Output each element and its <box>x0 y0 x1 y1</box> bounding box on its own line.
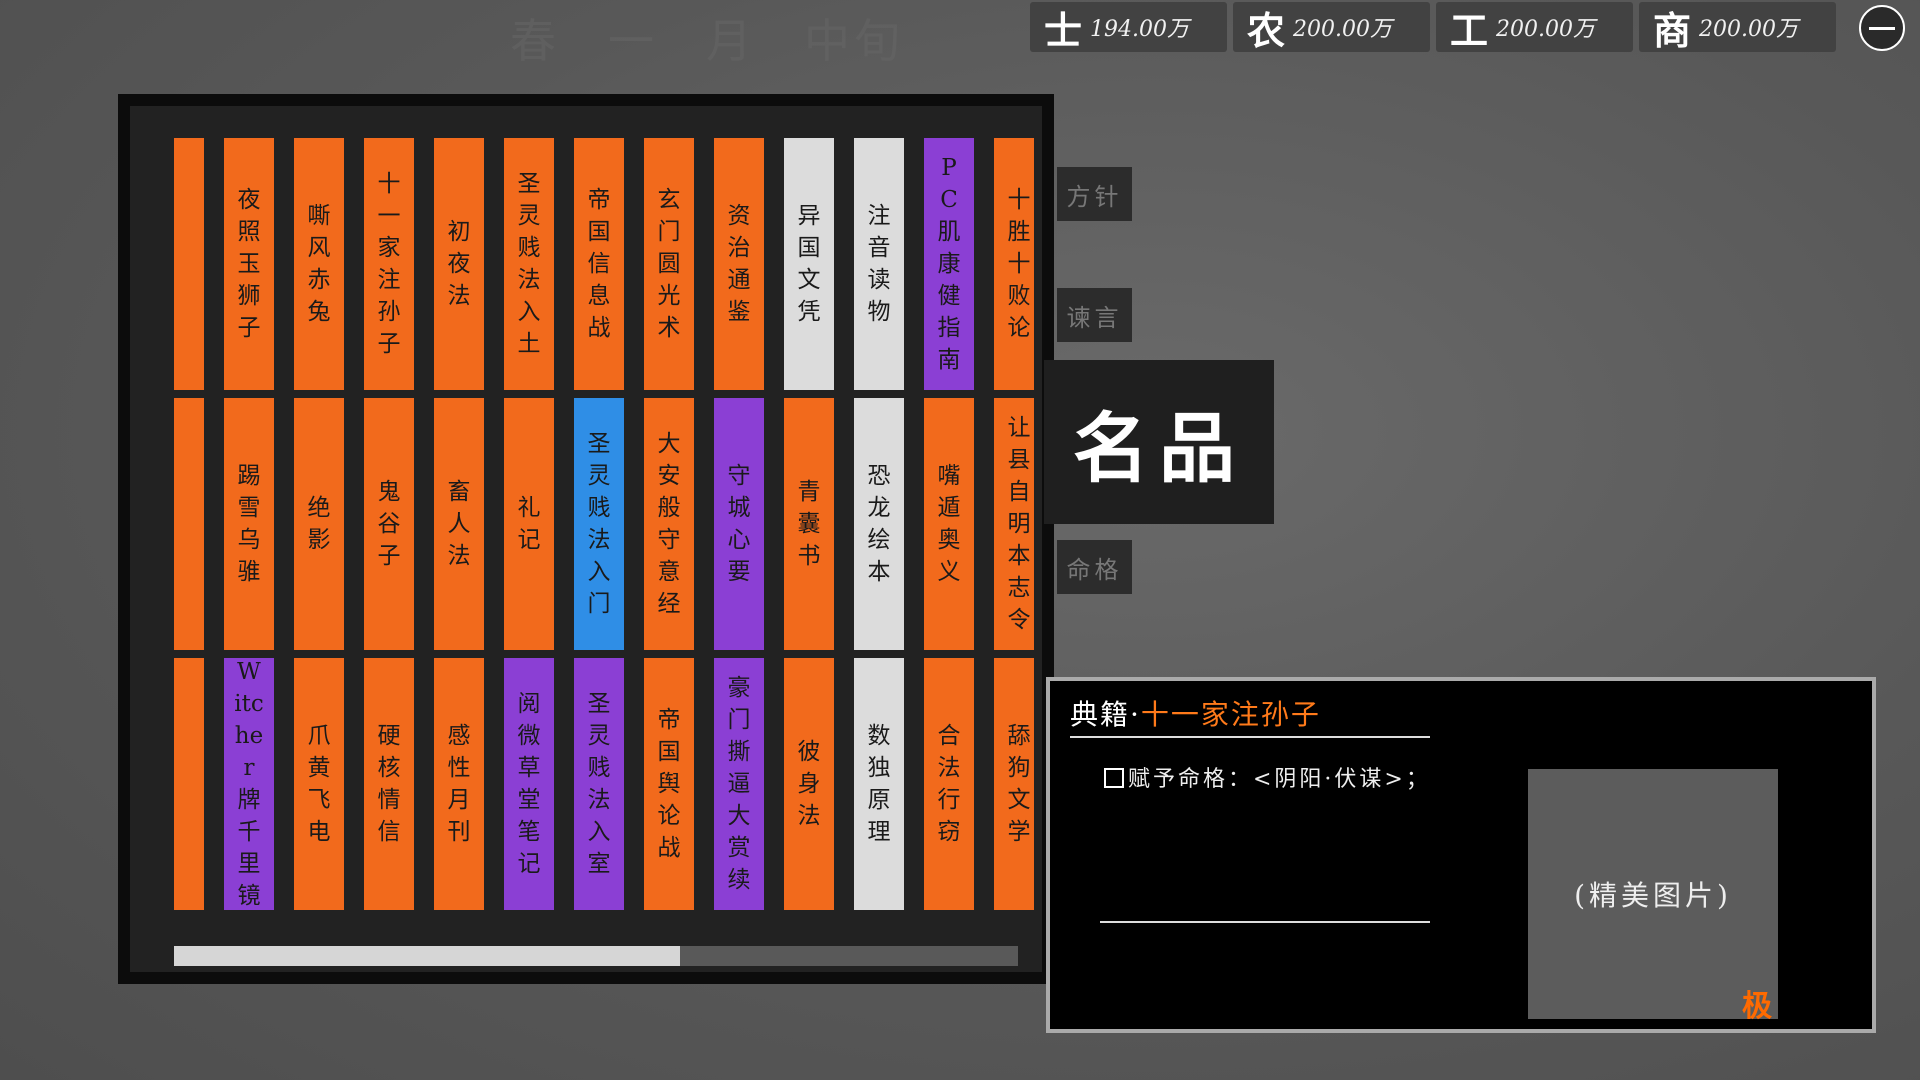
tab-fangzhen[interactable]: 方针 <box>1057 167 1132 221</box>
book-spine[interactable]: 踢雪乌骓 <box>224 398 274 650</box>
date-watermark: 春 一 月 中旬 <box>510 8 904 68</box>
resource-shang: 商 200.00万 <box>1639 2 1836 52</box>
book-spine[interactable] <box>174 398 204 650</box>
item-image-placeholder: (精美图片) <box>1528 769 1778 1019</box>
book-spine[interactable]: 帝国信息战 <box>574 138 624 390</box>
book-spine[interactable]: 嘶风赤兔 <box>294 138 344 390</box>
book-spine[interactable]: 嘴遁奥义 <box>924 398 974 650</box>
resource-value: 200.00万 <box>1496 11 1595 43</box>
seal-stamp: 极 <box>1742 981 1772 1025</box>
book-spine[interactable]: 十一家注孙子 <box>364 138 414 390</box>
resource-gong: 工 200.00万 <box>1436 2 1633 52</box>
tab-jianyan[interactable]: 谏言 <box>1057 288 1132 342</box>
scrollbar-thumb[interactable] <box>174 946 680 966</box>
resource-value: 194.00万 <box>1090 11 1189 43</box>
resource-value: 200.00万 <box>1699 11 1798 43</box>
book-spine[interactable] <box>174 138 204 390</box>
book-spine[interactable]: 恐龙绘本 <box>854 398 904 650</box>
book-spine[interactable]: 合法行窃 <box>924 658 974 910</box>
book-spine[interactable]: 硬核情信 <box>364 658 414 910</box>
book-spine[interactable]: 异国文凭 <box>784 138 834 390</box>
book-spine[interactable]: 畜人法 <box>434 398 484 650</box>
book-spine[interactable]: PC肌康健指南 <box>924 138 974 390</box>
book-spine[interactable]: Witcher牌千里镜 <box>224 658 274 910</box>
menu-icon[interactable] <box>1859 5 1905 51</box>
book-spine[interactable]: 大安般守意经 <box>644 398 694 650</box>
book-spine[interactable]: 帝国舆论战 <box>644 658 694 910</box>
book-spine[interactable]: 舔狗文学 <box>994 658 1034 910</box>
book-spine[interactable]: 资治通鉴 <box>714 138 764 390</box>
resource-glyph: 农 <box>1247 0 1293 55</box>
month-unit-text: 月 <box>706 5 756 71</box>
book-spine[interactable]: 感性月刊 <box>434 658 484 910</box>
resource-shi: 士 194.00万 <box>1030 2 1227 52</box>
book-spine[interactable]: 注音读物 <box>854 138 904 390</box>
book-spine[interactable]: 圣灵贱法入门 <box>574 398 624 650</box>
resource-glyph: 工 <box>1450 0 1496 55</box>
book-spine[interactable] <box>174 658 204 910</box>
resource-glyph: 商 <box>1653 0 1699 55</box>
resource-nong: 农 200.00万 <box>1233 2 1430 52</box>
bookshelf-panel: 夜照玉狮子嘶风赤兔十一家注孙子初夜法圣灵贱法入土帝国信息战玄门圆光术资治通鉴异国… <box>118 94 1054 984</box>
detail-panel: 典籍·十一家注孙子 赋予命格：<阴阳·伏谋>； (精美图片) 极 <box>1046 677 1876 1033</box>
effect-text: 赋予命格：<阴阳·伏谋>； <box>1128 767 1431 792</box>
season-text: 春 <box>510 5 560 71</box>
book-spine[interactable]: 让县自明本志令 <box>994 398 1034 650</box>
resource-glyph: 士 <box>1044 0 1090 55</box>
book-spine[interactable]: 绝影 <box>294 398 344 650</box>
book-spine[interactable]: 爪黄飞电 <box>294 658 344 910</box>
horizontal-scrollbar[interactable] <box>174 946 1018 966</box>
book-spine[interactable]: 玄门圆光术 <box>644 138 694 390</box>
tab-mingge[interactable]: 命格 <box>1057 540 1132 594</box>
bottom-divider <box>1100 921 1430 923</box>
book-spine[interactable]: 初夜法 <box>434 138 484 390</box>
resource-value: 200.00万 <box>1293 11 1392 43</box>
book-spine[interactable]: 礼记 <box>504 398 554 650</box>
book-spine[interactable]: 彼身法 <box>784 658 834 910</box>
tab-mingpin[interactable]: 名品 <box>1044 360 1274 524</box>
checkbox-icon <box>1104 768 1124 788</box>
detail-title: 典籍·十一家注孙子 <box>1070 693 1321 733</box>
book-spine[interactable]: 十胜十败论 <box>994 138 1034 390</box>
book-spine[interactable]: 鬼谷子 <box>364 398 414 650</box>
book-spine[interactable]: 豪门撕逼大赏续 <box>714 658 764 910</box>
book-spine[interactable]: 圣灵贱法入室 <box>574 658 624 910</box>
book-grid: 夜照玉狮子嘶风赤兔十一家注孙子初夜法圣灵贱法入土帝国信息战玄门圆光术资治通鉴异国… <box>174 138 1034 914</box>
book-spine[interactable]: 夜照玉狮子 <box>224 138 274 390</box>
book-spine[interactable]: 青囊书 <box>784 398 834 650</box>
title-divider <box>1070 736 1430 738</box>
detail-item-name: 十一家注孙子 <box>1141 698 1321 731</box>
detail-category-label: 典籍· <box>1070 698 1141 731</box>
book-spine[interactable]: 阅微草堂笔记 <box>504 658 554 910</box>
book-spine[interactable]: 圣灵贱法入土 <box>504 138 554 390</box>
book-spine[interactable]: 数独原理 <box>854 658 904 910</box>
resource-bar: 士 194.00万 农 200.00万 工 200.00万 商 200.00万 <box>1030 2 1836 52</box>
month-text: 一 <box>608 5 658 71</box>
period-text: 中旬 <box>804 5 904 71</box>
effect-line: 赋予命格：<阴阳·伏谋>； <box>1104 761 1431 793</box>
book-spine[interactable]: 守城心要 <box>714 398 764 650</box>
